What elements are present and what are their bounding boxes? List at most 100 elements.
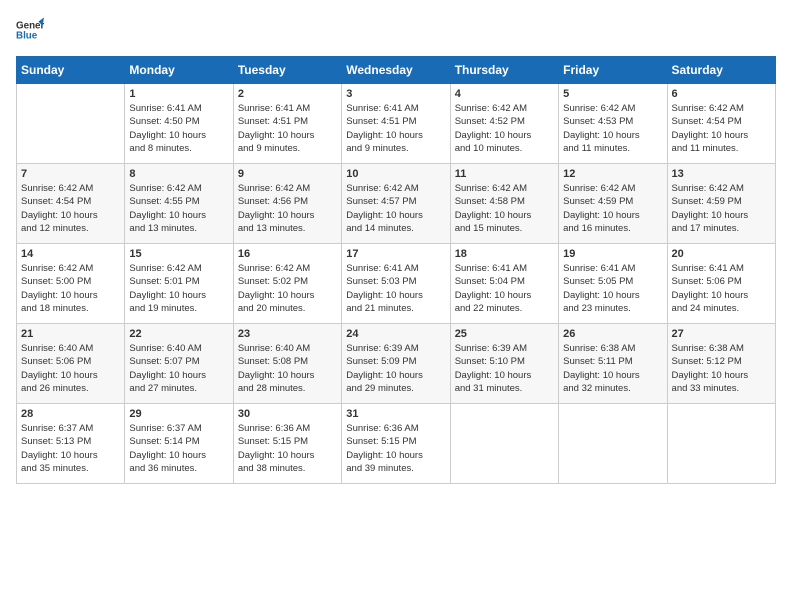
day-info: Sunrise: 6:42 AM Sunset: 4:56 PM Dayligh… xyxy=(238,182,337,235)
calendar-cell: 20 Sunrise: 6:41 AM Sunset: 5:06 PM Dayli… xyxy=(667,244,775,324)
calendar-cell: 17 Sunrise: 6:41 AM Sunset: 5:03 PM Dayli… xyxy=(342,244,450,324)
weekday-header-saturday: Saturday xyxy=(667,57,775,84)
day-info: Sunrise: 6:42 AM Sunset: 4:55 PM Dayligh… xyxy=(129,182,228,235)
day-info: Sunrise: 6:40 AM Sunset: 5:08 PM Dayligh… xyxy=(238,342,337,395)
day-number: 8 xyxy=(129,168,228,180)
day-number: 11 xyxy=(455,168,554,180)
calendar-cell: 1 Sunrise: 6:41 AM Sunset: 4:50 PM Daylig… xyxy=(125,84,233,164)
calendar-cell: 16 Sunrise: 6:42 AM Sunset: 5:02 PM Dayli… xyxy=(233,244,341,324)
day-info: Sunrise: 6:37 AM Sunset: 5:13 PM Dayligh… xyxy=(21,422,120,475)
calendar-cell: 11 Sunrise: 6:42 AM Sunset: 4:58 PM Dayli… xyxy=(450,164,558,244)
day-number: 1 xyxy=(129,88,228,100)
day-number: 20 xyxy=(672,248,771,260)
day-number: 7 xyxy=(21,168,120,180)
day-number: 15 xyxy=(129,248,228,260)
calendar-cell: 14 Sunrise: 6:42 AM Sunset: 5:00 PM Dayli… xyxy=(17,244,125,324)
day-info: Sunrise: 6:41 AM Sunset: 5:06 PM Dayligh… xyxy=(672,262,771,315)
day-info: Sunrise: 6:40 AM Sunset: 5:06 PM Dayligh… xyxy=(21,342,120,395)
calendar-cell: 30 Sunrise: 6:36 AM Sunset: 5:15 PM Dayli… xyxy=(233,404,341,484)
weekday-header-thursday: Thursday xyxy=(450,57,558,84)
calendar-cell xyxy=(450,404,558,484)
weekday-header-friday: Friday xyxy=(559,57,667,84)
calendar-cell: 7Sunrise: 6:42 AM Sunset: 4:54 PM Daylig… xyxy=(17,164,125,244)
calendar-cell: 2 Sunrise: 6:41 AM Sunset: 4:51 PM Daylig… xyxy=(233,84,341,164)
day-number: 3 xyxy=(346,88,445,100)
day-number: 26 xyxy=(563,328,662,340)
day-number: 2 xyxy=(238,88,337,100)
calendar-cell: 26 Sunrise: 6:38 AM Sunset: 5:11 PM Dayli… xyxy=(559,324,667,404)
svg-text:Blue: Blue xyxy=(16,30,38,41)
day-number: 18 xyxy=(455,248,554,260)
day-number: 23 xyxy=(238,328,337,340)
calendar-cell: 28 Sunrise: 6:37 AM Sunset: 5:13 PM Dayli… xyxy=(17,404,125,484)
day-info: Sunrise: 6:42 AM Sunset: 4:52 PM Dayligh… xyxy=(455,102,554,155)
day-info: Sunrise: 6:42 AM Sunset: 4:59 PM Dayligh… xyxy=(672,182,771,235)
logo-icon: General Blue xyxy=(16,16,44,44)
day-info: Sunrise: 6:42 AM Sunset: 4:57 PM Dayligh… xyxy=(346,182,445,235)
day-info: Sunrise: 6:42 AM Sunset: 4:58 PM Dayligh… xyxy=(455,182,554,235)
calendar-cell: 29 Sunrise: 6:37 AM Sunset: 5:14 PM Dayli… xyxy=(125,404,233,484)
calendar-cell: 15 Sunrise: 6:42 AM Sunset: 5:01 PM Dayli… xyxy=(125,244,233,324)
calendar-cell: 24Sunrise: 6:39 AM Sunset: 5:09 PM Dayli… xyxy=(342,324,450,404)
calendar-cell: 22 Sunrise: 6:40 AM Sunset: 5:07 PM Dayli… xyxy=(125,324,233,404)
calendar-cell: 27 Sunrise: 6:38 AM Sunset: 5:12 PM Dayli… xyxy=(667,324,775,404)
day-number: 27 xyxy=(672,328,771,340)
day-info: Sunrise: 6:38 AM Sunset: 5:12 PM Dayligh… xyxy=(672,342,771,395)
day-info: Sunrise: 6:40 AM Sunset: 5:07 PM Dayligh… xyxy=(129,342,228,395)
day-info: Sunrise: 6:41 AM Sunset: 4:51 PM Dayligh… xyxy=(346,102,445,155)
day-number: 19 xyxy=(563,248,662,260)
day-info: Sunrise: 6:41 AM Sunset: 4:50 PM Dayligh… xyxy=(129,102,228,155)
day-number: 9 xyxy=(238,168,337,180)
calendar-cell xyxy=(17,84,125,164)
day-info: Sunrise: 6:37 AM Sunset: 5:14 PM Dayligh… xyxy=(129,422,228,475)
day-number: 25 xyxy=(455,328,554,340)
day-number: 5 xyxy=(563,88,662,100)
day-info: Sunrise: 6:36 AM Sunset: 5:15 PM Dayligh… xyxy=(238,422,337,475)
calendar-cell xyxy=(559,404,667,484)
day-info: Sunrise: 6:38 AM Sunset: 5:11 PM Dayligh… xyxy=(563,342,662,395)
calendar-cell: 6Sunrise: 6:42 AM Sunset: 4:54 PM Daylig… xyxy=(667,84,775,164)
day-info: Sunrise: 6:42 AM Sunset: 5:00 PM Dayligh… xyxy=(21,262,120,315)
calendar-cell: 18 Sunrise: 6:41 AM Sunset: 5:04 PM Dayli… xyxy=(450,244,558,324)
calendar-cell: 25 Sunrise: 6:39 AM Sunset: 5:10 PM Dayli… xyxy=(450,324,558,404)
calendar-cell: 10 Sunrise: 6:42 AM Sunset: 4:57 PM Dayli… xyxy=(342,164,450,244)
calendar-cell xyxy=(667,404,775,484)
day-info: Sunrise: 6:41 AM Sunset: 4:51 PM Dayligh… xyxy=(238,102,337,155)
day-info: Sunrise: 6:42 AM Sunset: 5:02 PM Dayligh… xyxy=(238,262,337,315)
calendar-cell: 3 Sunrise: 6:41 AM Sunset: 4:51 PM Daylig… xyxy=(342,84,450,164)
calendar-cell: 21 Sunrise: 6:40 AM Sunset: 5:06 PM Dayli… xyxy=(17,324,125,404)
day-number: 16 xyxy=(238,248,337,260)
day-number: 13 xyxy=(672,168,771,180)
calendar-table: SundayMondayTuesdayWednesdayThursdayFrid… xyxy=(16,56,776,484)
weekday-header-tuesday: Tuesday xyxy=(233,57,341,84)
day-number: 30 xyxy=(238,408,337,420)
day-info: Sunrise: 6:41 AM Sunset: 5:04 PM Dayligh… xyxy=(455,262,554,315)
day-number: 14 xyxy=(21,248,120,260)
calendar-cell: 13 Sunrise: 6:42 AM Sunset: 4:59 PM Dayli… xyxy=(667,164,775,244)
calendar-cell: 4Sunrise: 6:42 AM Sunset: 4:52 PM Daylig… xyxy=(450,84,558,164)
page-header: General Blue xyxy=(16,16,776,44)
day-number: 31 xyxy=(346,408,445,420)
day-number: 21 xyxy=(21,328,120,340)
calendar-cell: 31 Sunrise: 6:36 AM Sunset: 5:15 PM Dayli… xyxy=(342,404,450,484)
weekday-header-wednesday: Wednesday xyxy=(342,57,450,84)
day-number: 12 xyxy=(563,168,662,180)
day-number: 10 xyxy=(346,168,445,180)
calendar-cell: 9 Sunrise: 6:42 AM Sunset: 4:56 PM Daylig… xyxy=(233,164,341,244)
day-info: Sunrise: 6:42 AM Sunset: 5:01 PM Dayligh… xyxy=(129,262,228,315)
day-info: Sunrise: 6:42 AM Sunset: 4:53 PM Dayligh… xyxy=(563,102,662,155)
day-number: 17 xyxy=(346,248,445,260)
calendar-cell: 5 Sunrise: 6:42 AM Sunset: 4:53 PM Daylig… xyxy=(559,84,667,164)
day-number: 28 xyxy=(21,408,120,420)
day-info: Sunrise: 6:39 AM Sunset: 5:10 PM Dayligh… xyxy=(455,342,554,395)
day-number: 6 xyxy=(672,88,771,100)
calendar-cell: 23 Sunrise: 6:40 AM Sunset: 5:08 PM Dayli… xyxy=(233,324,341,404)
logo: General Blue xyxy=(16,16,44,44)
day-info: Sunrise: 6:41 AM Sunset: 5:03 PM Dayligh… xyxy=(346,262,445,315)
day-number: 22 xyxy=(129,328,228,340)
calendar-cell: 8 Sunrise: 6:42 AM Sunset: 4:55 PM Daylig… xyxy=(125,164,233,244)
day-number: 24 xyxy=(346,328,445,340)
day-number: 29 xyxy=(129,408,228,420)
day-info: Sunrise: 6:36 AM Sunset: 5:15 PM Dayligh… xyxy=(346,422,445,475)
weekday-header-sunday: Sunday xyxy=(17,57,125,84)
